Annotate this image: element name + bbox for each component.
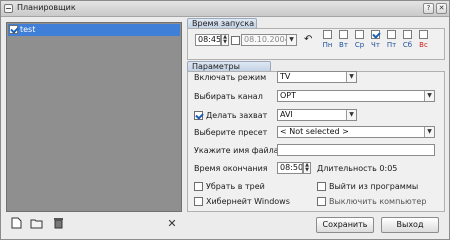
new-task-icon[interactable] [9,217,23,231]
scheduler-window: Планировщик ? ✕ test ✕ Время запуска 08:… [0,0,450,240]
day-checkbox-tue[interactable] [339,30,348,39]
hibernate-checkbox[interactable] [194,197,203,206]
day-checkbox-thu[interactable] [371,30,380,39]
filename-label: Укажите имя файла [194,146,279,155]
duration-text: Длительность 0:05 [317,164,398,173]
title-bar: Планировщик ? ✕ [1,1,449,17]
date-checkbox[interactable] [231,36,240,45]
task-label: test [20,25,36,34]
day-checkbox-mon[interactable] [323,30,332,39]
filename-input[interactable] [277,144,435,156]
mode-dropdown-arrow[interactable]: ▼ [346,72,356,82]
tray-label: Убрать в трей [206,182,265,191]
preset-dropdown-arrow[interactable]: ▼ [424,127,434,137]
trash-icon[interactable] [51,217,65,231]
channel-value: ОРТ [280,91,297,100]
capture-select[interactable]: AVI ▼ [277,109,357,121]
app-icon [4,4,13,13]
open-folder-icon[interactable] [29,217,43,231]
delete-icon[interactable]: ✕ [165,217,179,231]
save-button[interactable]: Сохранить [316,217,374,233]
shutdown-checkbox[interactable] [317,197,326,206]
day-label-thu: Чт [371,41,380,49]
day-label-sat: Сб [402,41,413,49]
day-checkbox-fri[interactable] [387,30,396,39]
start-time-input[interactable]: 08:45 [195,34,221,46]
day-label-sun: Вс [419,41,428,49]
preset-value: < Not selected > [280,127,349,136]
exit-program-checkbox[interactable] [317,182,326,191]
date-dropdown-arrow[interactable]: ▼ [286,35,296,45]
capture-checkbox[interactable] [194,111,203,120]
tray-checkbox[interactable] [194,182,203,191]
day-checkbox-sat[interactable] [403,30,412,39]
day-label-mon: Пн [322,41,333,49]
capture-label: Делать захват [206,111,268,120]
channel-dropdown-arrow[interactable]: ▼ [424,91,434,101]
mode-select[interactable]: TV ▼ [277,71,357,83]
start-date-value: 08.10.2004 [244,35,290,44]
day-label-wed: Ср [354,41,365,49]
window-title: Планировщик [17,3,76,12]
task-item[interactable]: test [8,24,180,36]
task-checkbox[interactable] [9,25,18,34]
start-date-input[interactable]: 08.10.2004 ▼ [241,34,297,46]
start-time-spinner[interactable]: ▲ ▼ [221,34,229,46]
exit-button[interactable]: Выход [381,217,439,233]
shutdown-label: Выключить компьютер [329,197,427,206]
preset-select[interactable]: < Not selected > ▼ [277,126,435,138]
task-list[interactable]: test [6,22,182,212]
day-checkbox-sun[interactable] [419,30,428,39]
reset-icon[interactable]: ↶ [304,34,312,45]
capture-dropdown-arrow[interactable]: ▼ [346,110,356,120]
end-time-input[interactable]: 08:50 [277,162,303,174]
exit-program-label: Выйти из программы [329,182,419,191]
close-button[interactable]: ✕ [436,3,447,14]
channel-select[interactable]: ОРТ ▼ [277,90,435,102]
mode-label: Включать режим [194,73,267,82]
preset-label: Выберите пресет [194,128,268,137]
end-time-label: Время окончания [194,164,268,173]
end-time-spinner[interactable]: ▲ ▼ [303,162,311,174]
channel-label: Выбирать канал [194,92,263,101]
capture-value: AVI [280,110,293,119]
help-button[interactable]: ? [423,3,434,14]
day-label-fri: Пт [386,41,397,49]
hibernate-label: Хибернейт Windows [206,197,290,206]
day-checkbox-wed[interactable] [355,30,364,39]
mode-value: TV [280,72,291,81]
day-label-tue: Вт [339,41,348,49]
task-toolbar: ✕ [9,217,189,233]
